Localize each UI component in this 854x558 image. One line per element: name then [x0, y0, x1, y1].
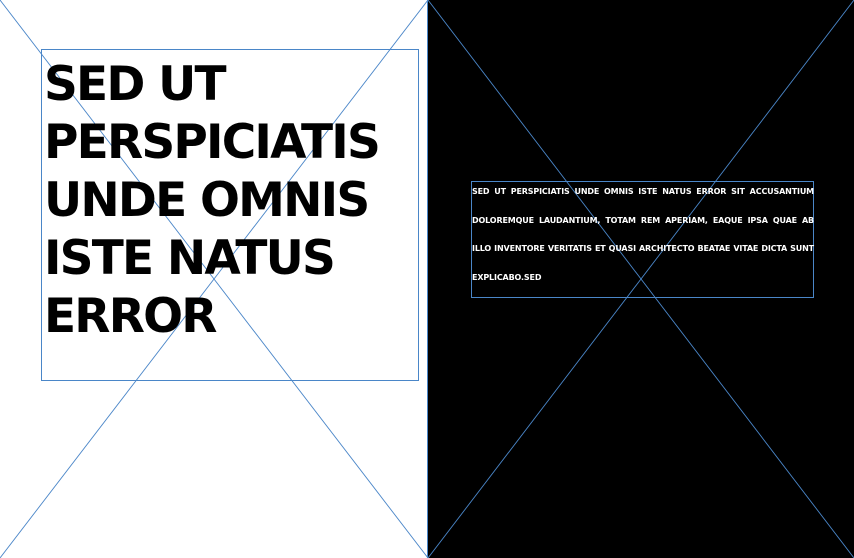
panel-divider-guide	[427, 0, 428, 558]
right-image-placeholder-panel[interactable]: SED UT PERSPICIATIS UNDE OMNIS ISTE NATU…	[428, 0, 854, 558]
headline-text: SED UT PERSPICIATIS UNDE OMNIS ISTE NATU…	[44, 57, 381, 344]
layout-canvas: SED UT PERSPICIATIS UNDE OMNIS ISTE NATU…	[0, 0, 854, 558]
body-text: SED UT PERSPICIATIS UNDE OMNIS ISTE NATU…	[472, 187, 814, 282]
left-image-placeholder-panel[interactable]: SED UT PERSPICIATIS UNDE OMNIS ISTE NATU…	[0, 0, 428, 558]
